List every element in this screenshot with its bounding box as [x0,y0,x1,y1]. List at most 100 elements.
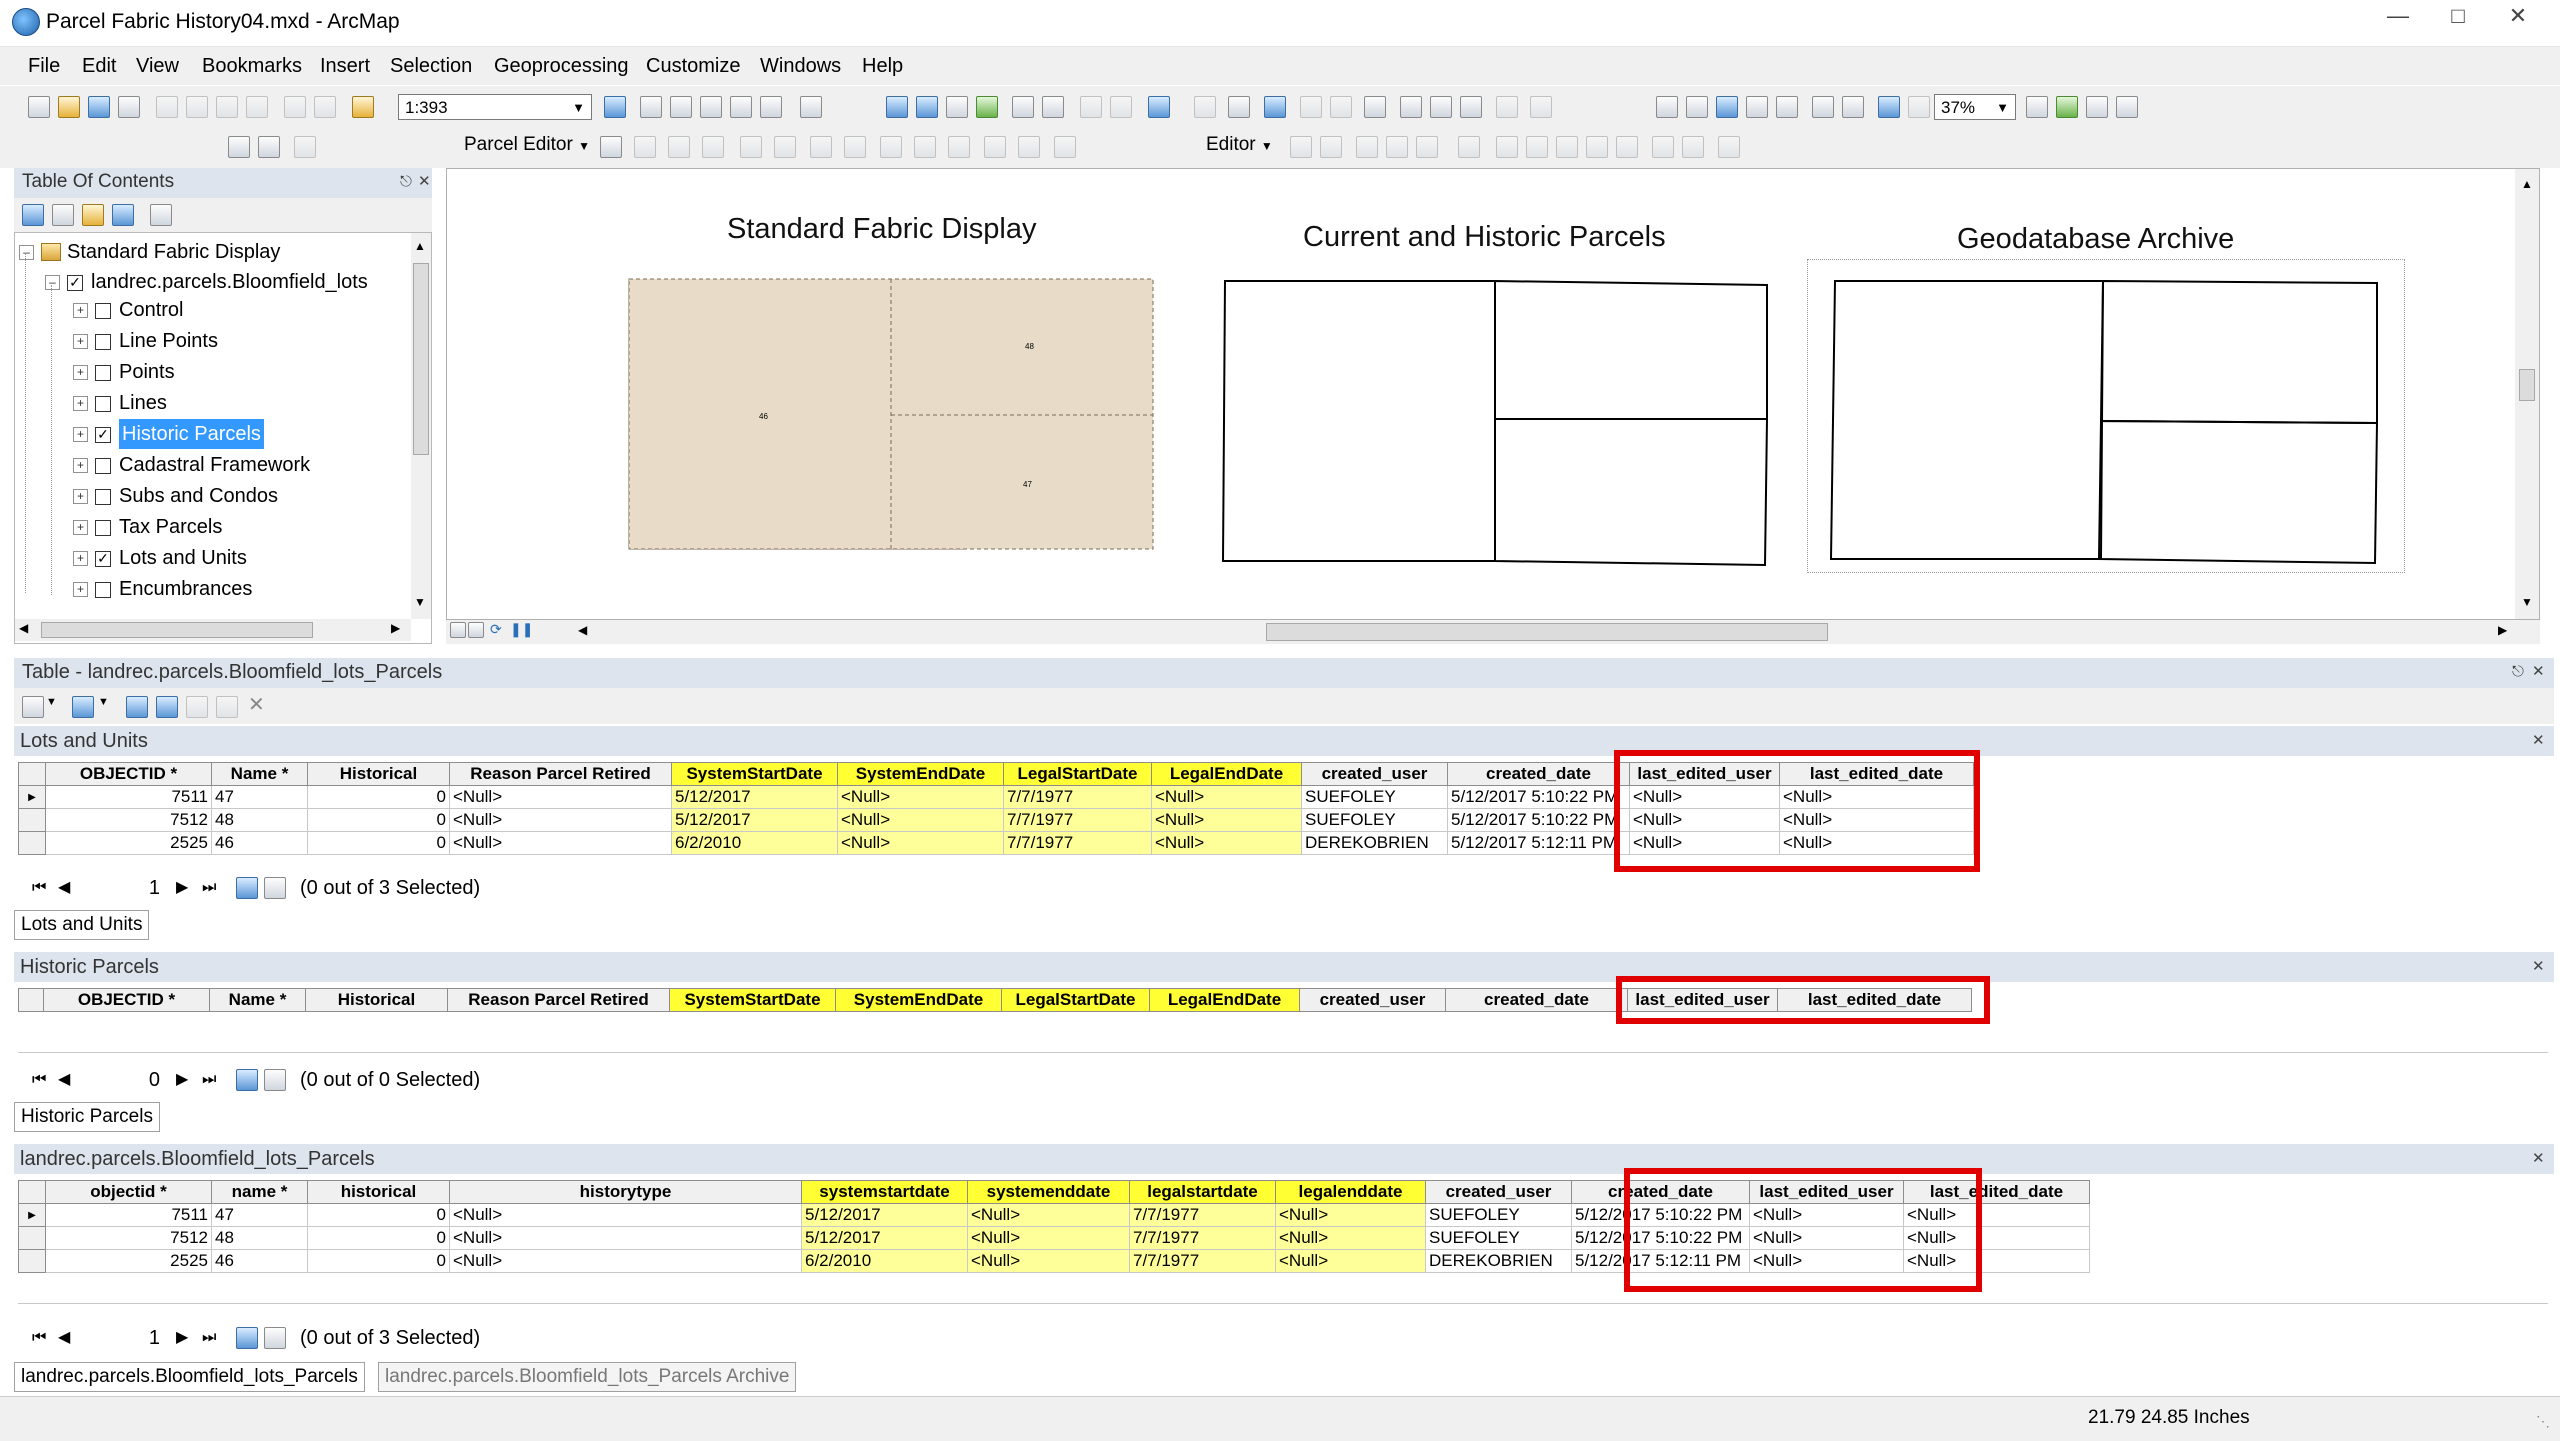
parallel-offset-icon[interactable] [844,136,866,158]
data-view-icon[interactable] [450,622,466,638]
next-record-button[interactable]: ▶ [176,1320,188,1356]
table-cell[interactable]: 0 [307,785,450,809]
find-icon[interactable] [1400,96,1422,118]
column-header[interactable]: OBJECTID * [45,762,212,786]
column-header[interactable]: SystemStartDate [671,762,838,786]
table-cell[interactable]: 5/12/2017 5:12:11 PM [1447,831,1630,855]
layer-visibility-checkbox[interactable] [95,458,111,474]
show-selected-records-icon[interactable] [264,1069,286,1091]
table-cell[interactable]: SUEFOLEY [1425,1203,1572,1227]
straight-segment-icon[interactable] [1356,136,1378,158]
create-features-icon[interactable] [1718,136,1740,158]
table-cell[interactable]: <Null> [837,785,1004,809]
sketch-properties-icon[interactable] [1682,136,1704,158]
column-header[interactable]: LegalEndDate [1151,762,1302,786]
column-header[interactable]: LegalEndDate [1149,988,1300,1012]
reconstruct-icon[interactable] [984,136,1006,158]
identify-icon[interactable] [1264,96,1286,118]
table-cell[interactable]: 0 [307,831,450,855]
attribute-table-icon[interactable] [228,136,250,158]
trace-icon[interactable] [1416,136,1438,158]
expand-icon[interactable]: + [73,489,88,504]
column-header[interactable]: Name * [211,762,308,786]
table-cell[interactable]: 7511 [45,785,212,809]
scroll-right-icon[interactable]: ▶ [2498,623,2507,637]
first-record-button[interactable]: ⏮ [32,1320,46,1356]
focus-data-frame-icon[interactable] [2056,96,2078,118]
close-button[interactable]: ✕ [2488,0,2548,34]
parcel-editor-menu[interactable]: Parcel Editor ▼ [464,134,590,156]
scroll-up-icon[interactable]: ▲ [2521,177,2533,191]
clip-icon[interactable] [1018,136,1040,158]
cut-icon[interactable] [156,96,178,118]
table-cell[interactable]: <Null> [449,1226,802,1250]
column-header[interactable]: name * [211,1180,308,1204]
layer-visibility-checkbox[interactable] [95,582,111,598]
table-cell[interactable]: 7/7/1977 [1129,1226,1276,1250]
table-cell[interactable]: 7512 [45,1226,212,1250]
column-header[interactable]: Historical [305,988,448,1012]
catalog-window-icon[interactable] [670,96,692,118]
column-header[interactable]: SystemEndDate [835,988,1002,1012]
expand-icon[interactable]: + [73,582,88,597]
tab-parcels-archive[interactable]: landrec.parcels.Bloomfield_lots_Parcels … [378,1362,797,1392]
pause-drawing-icon[interactable]: ❚❚ [510,621,533,638]
next-record-button[interactable]: ▶ [176,870,188,906]
table-cell[interactable]: 7/7/1977 [1003,831,1152,855]
current-record-field[interactable]: 1 [94,1325,164,1351]
menu-insert[interactable]: Insert [320,55,370,78]
measure-icon[interactable] [1364,96,1386,118]
fixed-layout-zoom-out-icon[interactable] [1842,96,1864,118]
back-extent-icon[interactable] [1080,96,1102,118]
table-cell[interactable]: 6/2/2010 [671,831,838,855]
collapse-icon[interactable]: – [19,245,34,260]
fabric-options-icon[interactable] [1054,136,1076,158]
change-layout-icon[interactable] [2086,96,2108,118]
pan-icon[interactable] [946,96,968,118]
select-parcel-icon[interactable] [600,136,622,158]
table-cell[interactable]: <Null> [1275,1226,1426,1250]
layer-visibility-checkbox[interactable]: ✓ [95,551,111,567]
column-header[interactable]: legalstartdate [1129,1180,1276,1204]
table-cell[interactable]: 0 [307,808,450,832]
table-cell[interactable]: SUEFOLEY [1301,808,1448,832]
maximize-button[interactable]: □ [2428,0,2488,34]
close-icon[interactable]: ✕ [418,168,431,196]
scroll-down-icon[interactable]: ▼ [2521,595,2533,609]
new-document-icon[interactable] [28,96,50,118]
table-cell[interactable]: <Null> [1151,831,1302,855]
copy-icon[interactable] [186,96,208,118]
table-cell[interactable]: 7/7/1977 [1003,808,1152,832]
open-folder-icon[interactable] [58,96,80,118]
go-to-xy-icon[interactable] [1460,96,1482,118]
toc-options-icon[interactable] [150,204,172,226]
column-header[interactable]: historytype [449,1180,802,1204]
collapse-icon[interactable]: – [45,275,60,290]
map-horizontal-scrollbar[interactable]: ⟳ ❚❚ ◀ ▶ [446,620,2540,644]
toc-window-icon[interactable] [640,96,662,118]
hyperlink-icon[interactable] [1300,96,1322,118]
show-selected-records-icon[interactable] [264,877,286,899]
first-record-button[interactable]: ⏮ [32,1062,46,1098]
edit-annotation-icon[interactable] [1320,136,1342,158]
show-all-records-icon[interactable] [236,1069,258,1091]
row-selector[interactable]: ▶ [18,785,46,809]
edit-vertices-icon[interactable] [1496,136,1518,158]
toc-horizontal-scrollbar[interactable]: ◀ ▶ [15,619,411,641]
rotate-icon[interactable] [1616,136,1638,158]
table-cell[interactable]: 47 [211,1203,308,1227]
overview-icon[interactable] [294,136,316,158]
layer-visibility-checkbox[interactable]: ✓ [67,275,83,291]
column-header[interactable]: Historical [307,762,450,786]
clear-selection-icon[interactable] [1194,96,1216,118]
map-vscroll-thumb[interactable] [2519,369,2535,401]
split-line-icon[interactable] [1586,136,1608,158]
expand-icon[interactable]: + [73,396,88,411]
column-header[interactable]: created_user [1301,762,1448,786]
toc-vertical-scrollbar[interactable]: ▲ ▼ [411,233,431,619]
attributes-icon[interactable] [1652,136,1674,158]
scroll-up-icon[interactable]: ▲ [414,239,426,253]
table-options-icon[interactable] [22,696,44,718]
map-vertical-scrollbar[interactable]: ▲ ▼ [2515,169,2539,619]
layout-view-icon[interactable] [258,136,280,158]
